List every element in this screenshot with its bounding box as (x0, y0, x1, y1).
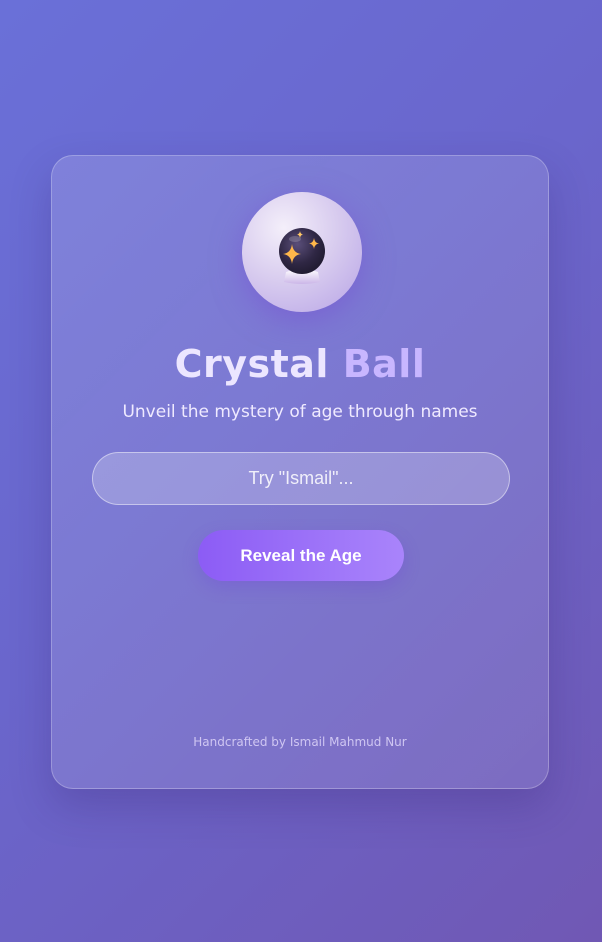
footer-credit: Handcrafted by Ismail Mahmud Nur (193, 735, 407, 749)
crystal-ball-card: Crystal Ball Unveil the mystery of age t… (51, 155, 549, 789)
title-part-ball: Ball (342, 342, 426, 386)
reveal-age-button[interactable]: Reveal the Age (198, 530, 404, 581)
name-input[interactable] (92, 452, 510, 505)
hero-orb (242, 192, 362, 312)
page-subtitle: Unveil the mystery of age through names (122, 402, 478, 422)
page-title: Crystal Ball (52, 342, 548, 386)
title-part-crystal: Crystal (174, 342, 329, 386)
crystal-ball-icon (279, 228, 325, 284)
